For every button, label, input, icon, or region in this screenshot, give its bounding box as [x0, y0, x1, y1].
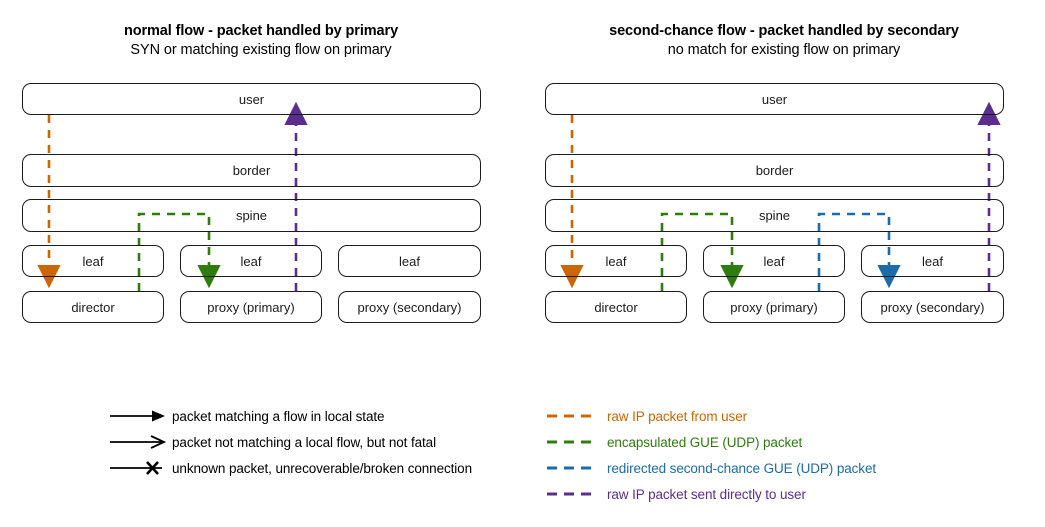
legend-item-redirected-second-chance: redirected second-chance GUE (UDP) packe…: [545, 455, 1025, 481]
cross-mark-icon: [110, 455, 172, 481]
open-arrowhead-icon: [110, 429, 172, 455]
legend-item-raw-ip-direct-to-user: raw IP packet sent directly to user: [545, 481, 1025, 507]
dashed-line-purple-icon: [545, 481, 607, 507]
legend-arrow-shapes: packet matching a flow in local state pa…: [110, 403, 530, 481]
dashed-line-green-icon: [545, 429, 607, 455]
legend-item-label: redirected second-chance GUE (UDP) packe…: [607, 460, 877, 476]
flow-path-redirected-second-chance: [817, 212, 901, 291]
legend-item-encapsulated-gue: encapsulated GUE (UDP) packet: [545, 429, 1025, 455]
flow-arrows-second-chance: [560, 101, 1001, 291]
diagram-second-chance-flow: user border spine leaf leaf leaf directo…: [523, 0, 1045, 340]
panel-second-chance-flow: second-chance flow - packet handled by s…: [523, 0, 1045, 340]
legend-item-filled-arrowhead: packet matching a flow in local state: [110, 403, 530, 429]
legend-item-label: raw IP packet from user: [607, 408, 748, 424]
legend-packet-colors: raw IP packet from user encapsulated GUE…: [545, 403, 1025, 507]
legend-item-cross-mark: unknown packet, unrecoverable/broken con…: [110, 455, 530, 481]
legend-item-label: encapsulated GUE (UDP) packet: [607, 434, 803, 450]
legend-item-label: unknown packet, unrecoverable/broken con…: [172, 460, 472, 476]
filled-arrowhead-icon: [110, 403, 172, 429]
flow-arrows-normal: [37, 101, 308, 291]
flow-path-encapsulated-gue: [137, 212, 221, 291]
dashed-line-orange-icon: [545, 403, 607, 429]
legend-item-open-arrowhead: packet not matching a local flow, but no…: [110, 429, 530, 455]
diagram-normal-flow: user border spine leaf leaf leaf directo…: [0, 0, 522, 340]
flow-path-encapsulated-gue: [660, 212, 744, 291]
legend-item-label: packet matching a flow in local state: [172, 408, 385, 424]
dashed-line-blue-icon: [545, 455, 607, 481]
legend-item-raw-ip-from-user: raw IP packet from user: [545, 403, 1025, 429]
panel-normal-flow: normal flow - packet handled by primary …: [0, 0, 522, 340]
legend-item-label: raw IP packet sent directly to user: [607, 486, 806, 502]
legend-item-label: packet not matching a local flow, but no…: [172, 434, 436, 450]
